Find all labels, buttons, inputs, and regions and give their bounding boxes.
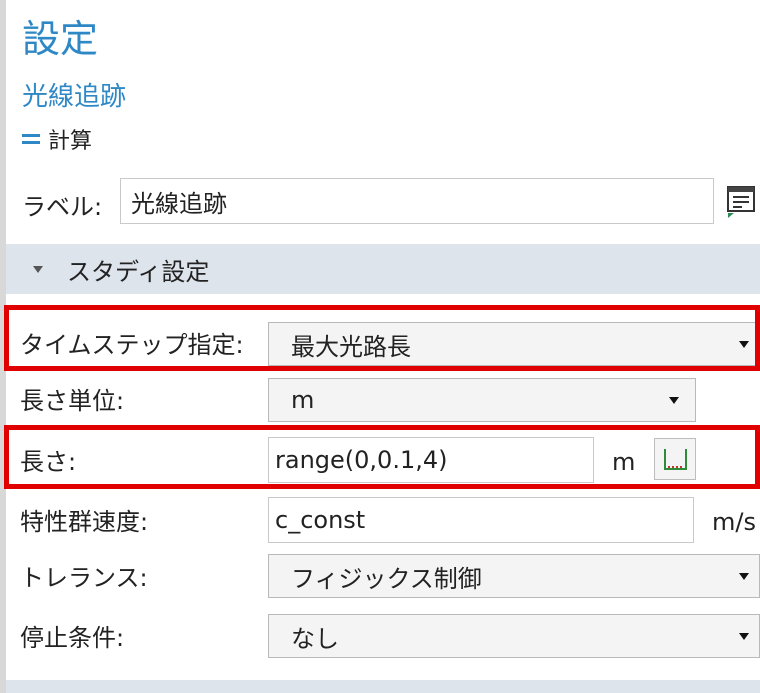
- range-button[interactable]: [654, 438, 696, 480]
- page-title: 設定: [22, 17, 99, 61]
- timestep-select[interactable]: 最大光路長: [268, 322, 760, 366]
- group-velocity-input[interactable]: c_const: [268, 497, 694, 543]
- section-title: スタディ設定: [67, 257, 210, 286]
- length-label: 長さ:: [20, 448, 77, 476]
- label-field-input[interactable]: 光線追跡: [120, 178, 714, 224]
- range-icon: [664, 449, 687, 470]
- tolerance-value: フィジックス制御: [291, 564, 482, 593]
- timestep-label: タイムステップ指定:: [20, 331, 244, 359]
- chevron-down-icon: [669, 397, 679, 404]
- tolerance-label: トレランス:: [20, 564, 148, 592]
- label-edit-button[interactable]: [724, 183, 760, 219]
- chevron-down-icon: [739, 633, 749, 640]
- length-input[interactable]: range(0,0.1,4): [268, 437, 594, 483]
- group-velocity-unit: m/s: [712, 508, 756, 536]
- stop-condition-select[interactable]: なし: [268, 614, 760, 658]
- length-unit-select[interactable]: m: [268, 378, 696, 422]
- chevron-down-icon: [739, 341, 749, 348]
- next-section-header[interactable]: [6, 680, 760, 693]
- stop-condition-value: なし: [291, 624, 339, 653]
- section-study-settings[interactable]: スタディ設定: [6, 244, 760, 294]
- collapse-triangle-icon: [33, 265, 43, 273]
- compute-label: 計算: [48, 129, 93, 154]
- group-velocity-label: 特性群速度:: [20, 508, 149, 536]
- stop-condition-label: 停止条件:: [20, 624, 125, 652]
- length-unit-value: m: [291, 386, 315, 414]
- label-field-label: ラベル:: [22, 193, 103, 221]
- length-unit-label: 長さ単位:: [20, 387, 125, 415]
- tolerance-select[interactable]: フィジックス制御: [268, 554, 760, 598]
- chevron-down-icon: [739, 573, 749, 580]
- left-border: [0, 0, 6, 693]
- compute-button[interactable]: 計算: [22, 124, 92, 154]
- length-unit-text: m: [612, 448, 636, 476]
- node-name: 光線追跡: [22, 82, 127, 112]
- timestep-value: 最大光路長: [291, 332, 411, 361]
- compute-icon: [22, 134, 40, 144]
- edit-note-icon: [727, 186, 755, 218]
